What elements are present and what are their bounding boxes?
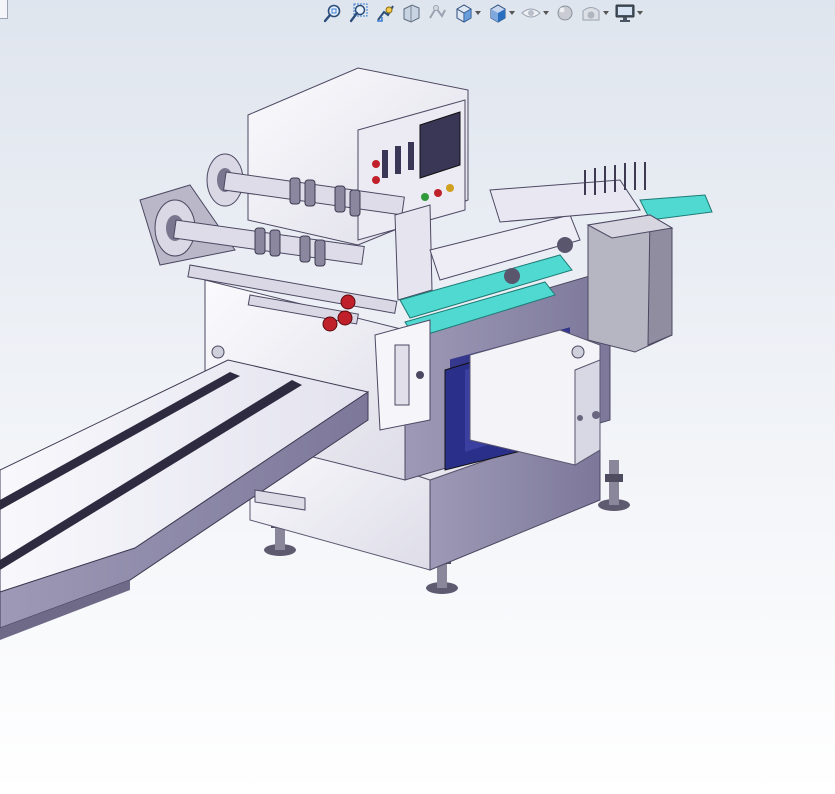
control-cabinet bbox=[247, 67, 469, 246]
packaging-machine-model[interactable] bbox=[0, 26, 835, 794]
edit-appearance-button[interactable] bbox=[554, 2, 576, 24]
view-settings-icon bbox=[615, 4, 635, 22]
heads-up-view-toolbar bbox=[322, 2, 644, 24]
dynamic-annotation-views-button[interactable] bbox=[426, 2, 448, 24]
view-settings-dropdown-chevron-icon[interactable] bbox=[636, 2, 644, 24]
apply-scene-icon bbox=[582, 7, 600, 21]
feature-manager-collapse-tab[interactable] bbox=[0, 0, 8, 19]
zoom-to-area-icon bbox=[349, 3, 368, 23]
edit-appearance-icon bbox=[557, 5, 573, 21]
apply-scene-button[interactable] bbox=[580, 2, 610, 24]
cutter-guard bbox=[586, 214, 674, 353]
view-orientation-icon bbox=[456, 4, 472, 23]
zoom-to-fit-button[interactable] bbox=[322, 2, 344, 24]
hide-show-items-icon bbox=[521, 8, 541, 18]
side-plate bbox=[394, 204, 433, 301]
view-settings-button[interactable] bbox=[614, 2, 644, 24]
previous-view-button[interactable] bbox=[374, 2, 396, 24]
display-style-button[interactable] bbox=[486, 2, 516, 24]
zoom-to-fit-icon bbox=[323, 4, 341, 23]
section-view-icon bbox=[403, 4, 420, 23]
display-style-dropdown-chevron-icon[interactable] bbox=[508, 2, 516, 24]
hide-show-items-button[interactable] bbox=[520, 2, 550, 24]
view-orientation-button[interactable] bbox=[452, 2, 482, 24]
section-view-button[interactable] bbox=[400, 2, 422, 24]
view-orientation-dropdown-chevron-icon[interactable] bbox=[474, 2, 482, 24]
hide-show-items-dropdown-chevron-icon[interactable] bbox=[542, 2, 550, 24]
dynamic-annotation-views-icon bbox=[429, 5, 446, 19]
apply-scene-dropdown-chevron-icon[interactable] bbox=[602, 2, 610, 24]
previous-view-icon bbox=[377, 5, 394, 22]
display-style-icon bbox=[490, 4, 506, 23]
graphics-area[interactable] bbox=[0, 26, 835, 794]
zoom-to-area-button[interactable] bbox=[348, 2, 370, 24]
